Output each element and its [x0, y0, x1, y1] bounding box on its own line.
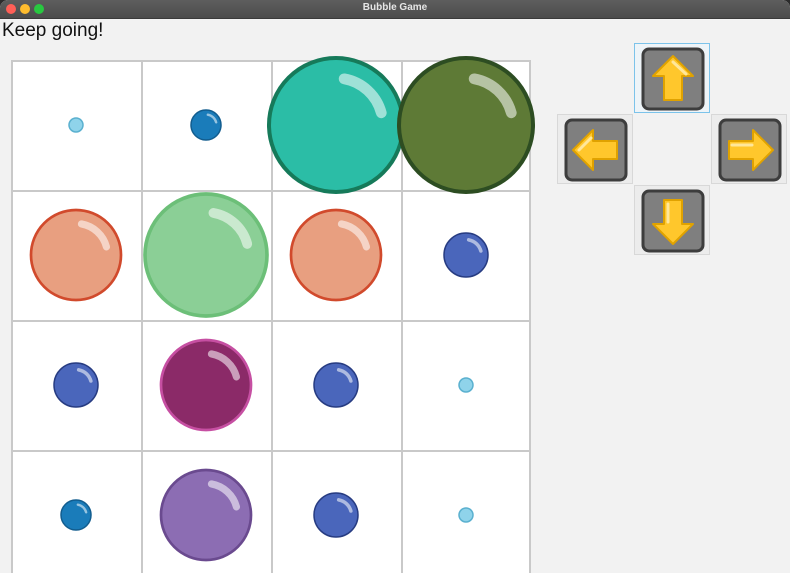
title-bar: Bubble Game	[0, 0, 790, 19]
arrow-left-icon	[564, 118, 628, 182]
board-cell[interactable]	[11, 320, 141, 450]
move-right-button[interactable]	[711, 114, 787, 184]
board-cell[interactable]	[271, 450, 401, 573]
board-cell[interactable]	[141, 320, 271, 450]
move-up-button[interactable]	[634, 43, 710, 113]
board-cell[interactable]	[11, 190, 141, 320]
arrow-down-icon	[641, 189, 705, 253]
arrow-up-icon	[641, 47, 705, 111]
board-cell[interactable]	[141, 450, 271, 573]
move-down-button[interactable]	[634, 185, 710, 255]
board-cell[interactable]	[401, 190, 531, 320]
board-cell[interactable]	[401, 450, 531, 573]
game-board	[11, 60, 531, 573]
board-cell[interactable]	[271, 320, 401, 450]
board-cell[interactable]	[141, 190, 271, 320]
board-cell[interactable]	[11, 450, 141, 573]
board-cell[interactable]	[271, 190, 401, 320]
board-cell[interactable]	[141, 60, 271, 190]
board-cell[interactable]	[11, 60, 141, 190]
move-left-button[interactable]	[557, 114, 633, 184]
window-title: Bubble Game	[362, 2, 428, 13]
board-cell[interactable]	[401, 320, 531, 450]
board-cell[interactable]	[401, 60, 531, 190]
status-message: Keep going!	[2, 20, 104, 41]
arrow-right-icon	[718, 118, 782, 182]
board-cell[interactable]	[271, 60, 401, 190]
game-window: Bubble Game Keep going!	[0, 0, 790, 573]
